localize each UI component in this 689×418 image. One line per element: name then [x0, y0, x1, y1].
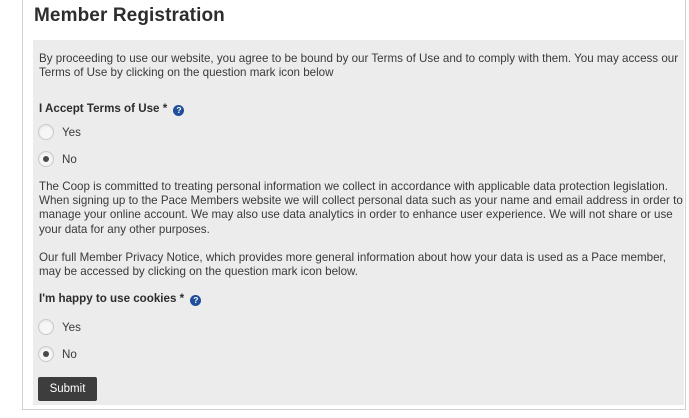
terms-no-option[interactable]: No — [38, 149, 77, 169]
registration-form: By proceeding to use our website, you ag… — [33, 40, 684, 405]
cookies-question: I'm happy to use cookies * ? — [39, 292, 202, 306]
terms-question: I Accept Terms of Use * ? — [39, 102, 185, 116]
privacy-notice-text: Our full Member Privacy Notice, which pr… — [39, 251, 666, 279]
terms-yes-radio[interactable] — [38, 124, 54, 140]
terms-yes-option[interactable]: Yes — [38, 122, 81, 142]
question-mark-icon[interactable]: ? — [190, 295, 202, 306]
privacy-text: The Coop is committed to treating person… — [39, 180, 683, 236]
registration-frame: Member Registration By proceeding to use… — [22, 0, 686, 410]
terms-intro-text: By proceeding to use our website, you ag… — [39, 52, 679, 80]
page-title: Member Registration — [34, 5, 225, 26]
question-mark-icon[interactable]: ? — [173, 105, 185, 116]
submit-button[interactable]: Submit — [38, 377, 97, 401]
cookies-no-label[interactable]: No — [62, 348, 77, 361]
cookies-yes-label[interactable]: Yes — [62, 321, 81, 334]
terms-yes-label[interactable]: Yes — [62, 126, 81, 139]
terms-question-label: I Accept Terms of Use * — [39, 102, 168, 115]
cookies-no-option[interactable]: No — [38, 344, 77, 364]
cookies-no-radio[interactable] — [38, 346, 54, 362]
terms-no-radio[interactable] — [38, 151, 54, 167]
cookies-yes-option[interactable]: Yes — [38, 317, 81, 337]
cookies-yes-radio[interactable] — [38, 319, 54, 335]
cookies-question-label: I'm happy to use cookies * — [39, 292, 185, 305]
terms-no-label[interactable]: No — [62, 153, 77, 166]
